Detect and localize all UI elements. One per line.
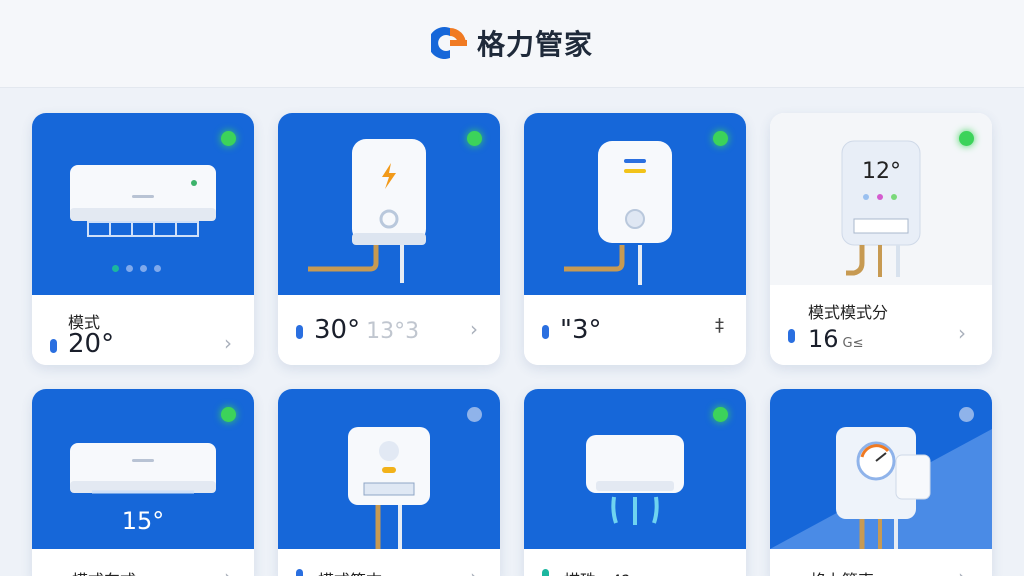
chevron-right-icon[interactable]: ›: [224, 331, 232, 355]
device-visual: [524, 113, 746, 295]
device-info: 模式车式 ›: [32, 549, 254, 576]
device-card-heater-5[interactable]: 格力管束 ›: [770, 389, 992, 576]
indicator-pill: [542, 569, 549, 576]
temperature-value: "3°: [560, 315, 602, 345]
device-card-ac-2[interactable]: 15° 模式车式 ›: [32, 389, 254, 576]
device-visual: [278, 113, 500, 295]
device-visual: [278, 389, 500, 549]
indicator-pill: [296, 325, 303, 339]
temperature-value: 16 G≤: [808, 325, 864, 353]
device-card-heater-4[interactable]: 模式策末 ›: [278, 389, 500, 576]
app-header: 格力管家: [0, 0, 1024, 88]
status-online-dot: [713, 131, 728, 146]
device-info: 30° 13°3 ›: [278, 295, 500, 365]
app-title: 格力管家: [476, 27, 593, 61]
mode-label: 描珠 · 4?: [564, 567, 630, 576]
indicator-pill: [542, 325, 549, 339]
mode-label: 模式车式: [72, 567, 136, 576]
chevron-right-icon[interactable]: ›: [470, 317, 478, 341]
device-visual: [524, 389, 746, 549]
status-online-dot: [467, 131, 482, 146]
chevron-right-icon[interactable]: ‡: [715, 315, 724, 336]
device-visual: 12°: [770, 113, 992, 285]
device-visual: 15°: [32, 389, 254, 549]
device-info: 描珠 · 4?: [524, 549, 746, 576]
device-card-ac-1[interactable]: 模式 20° ›: [32, 113, 254, 365]
device-info: 模式模式分 16 G≤ ›: [770, 285, 992, 365]
status-online-dot: [221, 131, 236, 146]
chevron-right-icon[interactable]: ›: [470, 565, 478, 576]
chevron-right-icon[interactable]: ›: [224, 565, 232, 576]
indicator-pill: [788, 329, 795, 343]
status-online-dot: [713, 407, 728, 422]
device-card-heater-1[interactable]: 30° 13°3 ›: [278, 113, 500, 365]
temperature-value: 20°: [68, 329, 115, 359]
device-card-heater-2[interactable]: "3° ‡: [524, 113, 746, 365]
device-info: "3° ‡: [524, 295, 746, 365]
mode-label: 格力管束: [810, 567, 874, 576]
status-online-dot: [221, 407, 236, 422]
chevron-right-icon[interactable]: ›: [958, 321, 966, 345]
chevron-right-icon[interactable]: ›: [958, 565, 966, 576]
device-info: 格力管束 ›: [770, 549, 992, 576]
indicator-pill: [50, 339, 57, 353]
device-card-ac-3[interactable]: 描珠 · 4?: [524, 389, 746, 576]
device-visual: [32, 113, 254, 295]
device-card-heater-3[interactable]: 12° 模式模式分 16 G≤ ›: [770, 113, 992, 365]
indicator-pill: [296, 569, 303, 576]
mode-label: 模式策末: [318, 567, 382, 576]
status-offline-dot: [959, 407, 974, 422]
mode-label: 模式模式分: [808, 303, 889, 322]
current-temperature: 15°: [121, 507, 165, 535]
gree-logo: [430, 26, 467, 59]
status-offline-dot: [467, 407, 482, 422]
display-temperature: 12°: [862, 159, 901, 184]
status-online-dot: [959, 131, 974, 146]
device-visual: [770, 389, 992, 549]
device-info: 模式策末 ›: [278, 549, 500, 576]
carousel-dots: [112, 265, 161, 272]
temperature-value: 30° 13°3: [314, 315, 420, 345]
brand: 格力管家: [430, 23, 593, 63]
device-info: 模式 20° ›: [32, 295, 254, 365]
